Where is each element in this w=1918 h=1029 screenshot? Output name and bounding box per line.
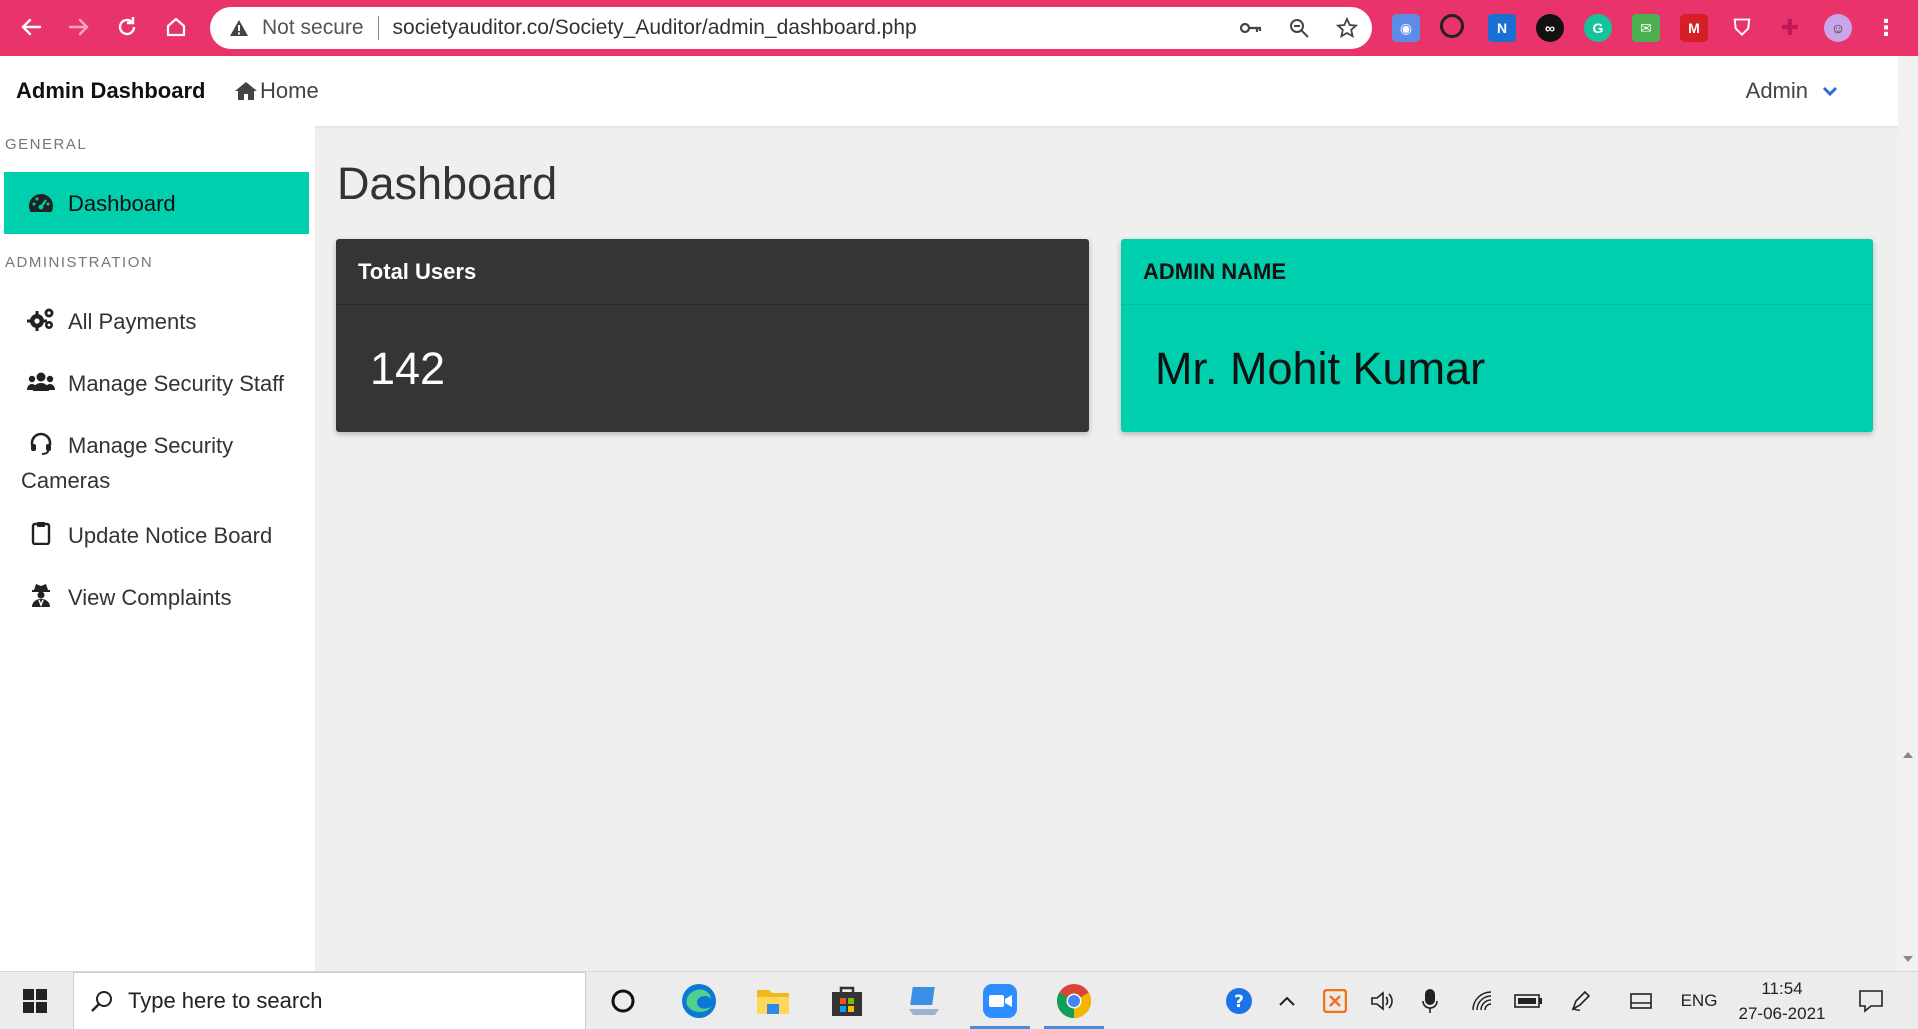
volume-icon[interactable] [1367, 988, 1397, 1014]
shield-extension-icon[interactable]: ⛉ [1728, 14, 1756, 42]
keyboard-icon[interactable] [1626, 988, 1656, 1014]
taskbar-clock[interactable]: 11:54 27-06-2021 [1727, 976, 1837, 1026]
chrome-app-icon[interactable] [1053, 980, 1095, 1022]
reload-icon[interactable] [110, 10, 144, 44]
xampp-icon[interactable] [1320, 988, 1350, 1014]
sidebar-item-all-payments[interactable]: All Payments [4, 304, 309, 339]
sidebar-item-update-notice-board[interactable]: Update Notice Board [4, 518, 309, 553]
grammarly-icon[interactable]: G [1584, 14, 1612, 42]
search-icon [91, 991, 112, 1012]
sidebar-item-label: All Payments [68, 309, 197, 334]
profile-avatar[interactable]: ☺ [1824, 14, 1852, 42]
home-icon[interactable] [159, 10, 193, 44]
scroll-down-arrow[interactable] [1903, 956, 1913, 962]
language-indicator[interactable]: ENG [1674, 988, 1724, 1014]
file-explorer-icon[interactable] [752, 980, 794, 1022]
sidebar-item-label-line2: Cameras [21, 468, 111, 493]
user-menu-label: Admin [1745, 78, 1808, 103]
warning-icon[interactable] [228, 17, 250, 39]
total-users-value: 142 [370, 342, 446, 394]
microphone-icon[interactable] [1415, 988, 1445, 1014]
sidebar-item-view-complaints[interactable]: View Complaints [4, 580, 309, 615]
mail-check-extension-icon[interactable]: ✉ [1632, 14, 1660, 42]
admin-name-card: ADMIN NAME Mr. Mohit Kumar [1121, 239, 1873, 432]
user-menu[interactable]: Admin [1746, 78, 1838, 104]
cortana-icon[interactable] [602, 980, 644, 1022]
opera-extension-icon[interactable] [1440, 14, 1464, 38]
notifications-icon[interactable] [1856, 988, 1886, 1014]
page-scrollbar[interactable] [1898, 56, 1918, 971]
security-label[interactable]: Not secure [262, 16, 364, 40]
page-title: Dashboard [337, 158, 558, 209]
cogs-icon [26, 304, 56, 334]
user-secret-icon [26, 580, 56, 610]
laptop-app-icon[interactable] [904, 980, 946, 1022]
sidebar-item-label: Dashboard [68, 190, 176, 216]
star-icon[interactable] [1334, 15, 1360, 41]
camera-extension-icon[interactable]: ◉ [1392, 14, 1420, 42]
clipboard-icon [26, 518, 56, 548]
help-icon[interactable]: ? [1222, 988, 1256, 1014]
edge-browser-icon[interactable] [678, 980, 720, 1022]
back-icon[interactable] [14, 10, 48, 44]
admin-name-value: Mr. Mohit Kumar [1155, 342, 1486, 394]
pen-icon[interactable] [1566, 988, 1596, 1014]
search-placeholder: Type here to search [128, 988, 323, 1013]
users-icon [26, 366, 56, 396]
wifi-icon[interactable] [1467, 988, 1497, 1014]
tachometer-icon [26, 188, 56, 218]
home-icon [235, 82, 257, 100]
battery-icon[interactable] [1511, 988, 1545, 1014]
clock-date: 27-06-2021 [1738, 1004, 1826, 1023]
taskbar-search-input[interactable]: Type here to search [73, 972, 586, 1029]
home-link[interactable]: Home [234, 78, 319, 104]
windows-start-icon[interactable] [14, 980, 56, 1022]
address-bar[interactable]: Not secure societyauditor.co/Society_Aud… [210, 7, 1372, 49]
card-header: ADMIN NAME [1121, 239, 1873, 305]
browser-toolbar: Not secure societyauditor.co/Society_Aud… [0, 0, 1918, 56]
section-label-administration: ADMINISTRATION [5, 254, 154, 271]
card-header: Total Users [336, 239, 1089, 305]
sidebar: GENERAL Dashboard ADMINISTRATION All Pay… [0, 126, 315, 971]
sidebar-item-manage-security-cameras[interactable]: Manage Security Cameras [4, 428, 309, 498]
sidebar-item-dashboard[interactable]: Dashboard [4, 172, 309, 234]
zoom-icon[interactable] [1286, 15, 1312, 41]
total-users-card: Total Users 142 [336, 239, 1089, 432]
kebab-menu-icon[interactable]: ⋮ [1872, 14, 1900, 42]
chevron-up-icon[interactable] [1272, 988, 1302, 1014]
nav-row: Manage Security [4, 428, 233, 463]
n-extension-icon[interactable]: N [1488, 14, 1516, 42]
puzzle-extension-icon[interactable]: ✚ [1776, 14, 1804, 42]
key-icon[interactable] [1238, 15, 1264, 41]
chevron-down-icon [1822, 86, 1838, 97]
url-text[interactable]: societyauditor.co/Society_Auditor/admin_… [393, 16, 917, 40]
divider [377, 16, 379, 40]
headset-icon [26, 428, 56, 458]
sidebar-item-label: Manage Security Staff [68, 371, 285, 396]
sidebar-item-label: Manage Security [68, 433, 234, 458]
sidebar-item-label: Update Notice Board [68, 523, 273, 548]
svg-text:?: ? [1234, 992, 1244, 1012]
zoom-app-icon[interactable] [979, 980, 1021, 1022]
m-extension-icon[interactable]: M [1680, 14, 1708, 42]
sidebar-item-manage-security-staff[interactable]: Manage Security Staff [4, 366, 309, 401]
infinity-extension-icon[interactable]: ∞ [1536, 14, 1564, 42]
forward-icon[interactable] [62, 10, 96, 44]
taskbar: Type here to search ? ENG 11:54 27-06-20… [0, 971, 1918, 1029]
app-header: Admin Dashboard Home Admin [0, 56, 1898, 126]
home-link-label: Home [260, 78, 319, 103]
scroll-up-arrow[interactable] [1903, 752, 1913, 758]
store-icon[interactable] [826, 980, 868, 1022]
clock-time: 11:54 [1761, 979, 1803, 998]
section-label-general: GENERAL [5, 136, 88, 153]
brand-title[interactable]: Admin Dashboard [16, 78, 205, 104]
sidebar-item-label: View Complaints [68, 585, 232, 610]
